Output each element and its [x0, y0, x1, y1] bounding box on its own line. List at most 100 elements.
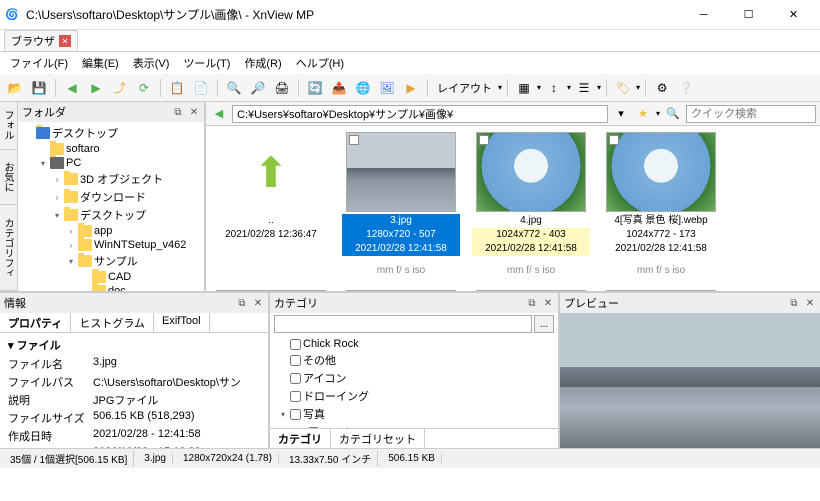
category-checkbox[interactable]	[290, 409, 301, 420]
forward-icon[interactable]: ▶	[85, 77, 107, 99]
layout-dropdown[interactable]: レイアウト	[433, 80, 496, 96]
tree-arrow-icon[interactable]: ▾	[38, 159, 48, 168]
tree-item[interactable]: doc	[20, 284, 202, 291]
open-icon[interactable]: 📂	[4, 77, 26, 99]
thumbnail-checkbox[interactable]	[349, 135, 359, 145]
tree-arrow-icon[interactable]: ›	[52, 193, 62, 202]
tree-item[interactable]: ▾PC	[20, 156, 202, 170]
category-item[interactable]: アイコン	[278, 369, 550, 387]
category-item[interactable]: その他	[278, 351, 550, 369]
thumbnail[interactable]	[602, 290, 720, 291]
menu-item[interactable]: ツール(T)	[177, 53, 236, 73]
slideshow-icon[interactable]: ▶	[400, 77, 422, 99]
addr-dropdown-icon[interactable]: ▾	[612, 105, 630, 123]
thumbnail-checkbox[interactable]	[479, 135, 489, 145]
up-icon[interactable]: ⤴	[109, 77, 131, 99]
tree-arrow-icon[interactable]: ›	[66, 227, 76, 236]
side-tab[interactable]: カテゴリフィルター	[0, 205, 17, 291]
refresh-icon[interactable]: ⟳	[133, 77, 155, 99]
category-checkbox[interactable]	[290, 339, 301, 350]
panel-float-icon[interactable]: ⧉	[172, 106, 184, 118]
panel-close-icon[interactable]: ✕	[188, 106, 200, 118]
side-tab[interactable]: フォルダ	[0, 102, 17, 150]
help-icon[interactable]: ❔	[675, 77, 697, 99]
address-input[interactable]	[232, 105, 608, 123]
compare-icon[interactable]: 🔍	[223, 77, 245, 99]
settings-icon[interactable]: ⚙	[651, 77, 673, 99]
category-tab[interactable]: カテゴリ	[270, 429, 331, 448]
category-tab[interactable]: カテゴリセット	[331, 429, 425, 448]
menu-item[interactable]: 編集(E)	[76, 53, 125, 73]
convert-icon[interactable]: 🔄	[304, 77, 326, 99]
info-tab[interactable]: ヒストグラム	[71, 313, 154, 332]
maximize-button[interactable]: ☐	[726, 0, 771, 29]
menu-item[interactable]: 作成(R)	[238, 53, 287, 73]
tree-item[interactable]: ▾デスクトップ	[20, 206, 202, 224]
browser-tab[interactable]: ブラウザ ✕	[4, 30, 78, 51]
tree-item[interactable]: ›app	[20, 224, 202, 238]
category-add-button[interactable]: ...	[534, 315, 554, 333]
tree-arrow-icon[interactable]: ▾	[52, 211, 62, 220]
print-icon[interactable]: 🖨	[271, 77, 293, 99]
thumbnail[interactable]: 4.jpg1024x772 - 4032021/02/28 12:41:58mm…	[472, 132, 590, 278]
tab-close-icon[interactable]: ✕	[59, 35, 71, 47]
thumbnail[interactable]: 4[写真 景色 桜].webp1024x772 - 1732021/02/28 …	[602, 132, 720, 278]
tree-item[interactable]: デスクトップ	[20, 124, 202, 142]
panel-float-icon[interactable]: ⧉	[526, 297, 538, 309]
panel-close-icon[interactable]: ✕	[252, 297, 264, 309]
info-tab[interactable]: プロパティ	[0, 313, 71, 332]
thumbnail[interactable]	[342, 290, 460, 291]
tree-arrow-icon[interactable]: ›	[52, 175, 62, 184]
tag-icon[interactable]: 🏷	[612, 77, 634, 99]
search-icon[interactable]: 🔎	[247, 77, 269, 99]
panel-close-icon[interactable]: ✕	[542, 297, 554, 309]
copy-icon[interactable]: 📋	[166, 77, 188, 99]
category-item[interactable]: ドローイング	[278, 387, 550, 405]
image-icon[interactable]: 🖼	[376, 77, 398, 99]
category-arrow-icon[interactable]: ▾	[278, 410, 288, 419]
menu-item[interactable]: ファイル(F)	[4, 53, 74, 73]
tree-item[interactable]: ›3D オブジェクト	[20, 170, 202, 188]
category-item[interactable]: ▾写真	[278, 405, 550, 423]
category-checkbox[interactable]	[290, 391, 301, 402]
quick-search-input[interactable]	[686, 105, 816, 123]
sort-icon[interactable]: ↕	[543, 77, 565, 99]
tree-label: ダウンロード	[80, 189, 146, 205]
side-tab[interactable]: お気に入り	[0, 150, 17, 205]
thumbnail[interactable]	[212, 290, 330, 291]
thumbnail[interactable]: 3.jpg1280x720 - 5072021/02/28 12:41:58mm…	[342, 132, 460, 278]
close-button[interactable]: ✕	[771, 0, 816, 29]
category-checkbox[interactable]	[290, 373, 301, 384]
menu-item[interactable]: 表示(V)	[127, 53, 176, 73]
thumbnail[interactable]	[472, 290, 590, 291]
search-small-icon[interactable]: 🔍	[664, 105, 682, 123]
tree-item[interactable]: softaro	[20, 142, 202, 156]
view-icon[interactable]: ▦	[513, 77, 535, 99]
panel-float-icon[interactable]: ⧉	[788, 297, 800, 309]
tree-arrow-icon[interactable]: ▾	[66, 257, 76, 266]
addr-back-icon[interactable]: ◀	[210, 105, 228, 123]
save-icon[interactable]: 💾	[28, 77, 50, 99]
thumbnail[interactable]: ⬆..2021/02/28 12:36:47	[212, 132, 330, 278]
web-icon[interactable]: 🌐	[352, 77, 374, 99]
menu-item[interactable]: ヘルプ(H)	[290, 53, 350, 73]
info-tab[interactable]: ExifTool	[154, 313, 210, 332]
filter-icon[interactable]: ☰	[573, 77, 595, 99]
back-icon[interactable]: ◀	[61, 77, 83, 99]
tree-item[interactable]: CAD	[20, 270, 202, 284]
category-item[interactable]: Chick Rock	[278, 337, 550, 351]
minimize-button[interactable]: ─	[681, 0, 726, 29]
favorite-icon[interactable]: ★	[634, 105, 652, 123]
tree-item[interactable]: ▾サンプル	[20, 252, 202, 270]
category-input[interactable]	[274, 315, 532, 333]
panel-float-icon[interactable]: ⧉	[236, 297, 248, 309]
thumbnail-checkbox[interactable]	[609, 135, 619, 145]
info-section-header[interactable]: ▾ ファイル	[8, 335, 260, 355]
tree-item[interactable]: ›WinNTSetup_v462	[20, 238, 202, 252]
tree-item[interactable]: › ダウンロード	[20, 188, 202, 206]
panel-close-icon[interactable]: ✕	[804, 297, 816, 309]
export-icon[interactable]: 📤	[328, 77, 350, 99]
paste-icon[interactable]: 📄	[190, 77, 212, 99]
category-checkbox[interactable]	[290, 355, 301, 366]
tree-arrow-icon[interactable]: ›	[66, 241, 76, 250]
